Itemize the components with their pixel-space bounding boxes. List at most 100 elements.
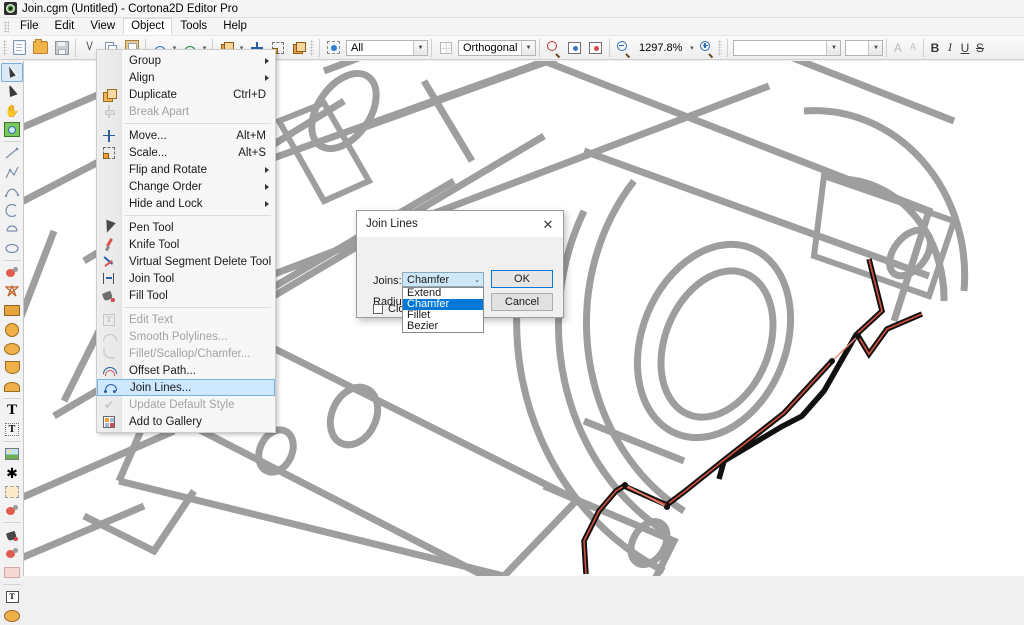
decrease-font-size-button[interactable]: A <box>905 39 920 57</box>
rectangle-tool[interactable] <box>1 301 23 320</box>
menu-item-hide-and-lock[interactable]: Hide and Lock <box>97 195 275 212</box>
menu-item-fill-tool[interactable]: Fill Tool <box>97 287 275 304</box>
toolbar-separator-10 <box>923 39 924 57</box>
snap-mode-button[interactable] <box>436 38 455 57</box>
circular-arc-tool[interactable] <box>1 220 23 239</box>
menu-item-offset-path[interactable]: Offset Path... <box>97 362 275 379</box>
menu-tools[interactable]: Tools <box>172 18 215 35</box>
menu-item-virtual-segment-delete-tool[interactable]: Virtual Segment Delete Tool <box>97 253 275 270</box>
duplicate-button[interactable] <box>289 38 308 57</box>
menu-item-group[interactable]: Group <box>97 52 275 69</box>
ok-button[interactable]: OK <box>491 270 553 288</box>
select-tool[interactable] <box>1 63 23 82</box>
image-tool[interactable] <box>1 444 23 463</box>
open-file-button[interactable] <box>31 38 50 57</box>
save-file-button[interactable] <box>52 38 71 57</box>
italic-button[interactable]: I <box>942 39 957 57</box>
arc-shape-tool[interactable] <box>1 377 23 396</box>
toolbar-grip-3[interactable] <box>718 40 722 56</box>
zoom-level-value[interactable]: 1297.8% <box>634 42 687 54</box>
title-bar: Join.cgm (Untitled) - Cortona2D Editor P… <box>0 0 1024 18</box>
strikethrough-button[interactable]: S <box>972 39 987 57</box>
palette-separator-6 <box>3 584 21 585</box>
underline-button[interactable]: U <box>957 39 972 57</box>
close-path-checkbox[interactable] <box>373 304 383 314</box>
menu-view[interactable]: View <box>82 18 123 35</box>
menu-item-flip-and-rotate[interactable]: Flip and Rotate <box>97 161 275 178</box>
star-polygon-tool[interactable] <box>1 282 23 301</box>
zoom-cancel-button[interactable] <box>544 38 563 57</box>
direct-select-tool[interactable] <box>1 82 23 101</box>
selection-filter-button[interactable] <box>324 38 343 57</box>
font-size-combo[interactable]: ▼ <box>845 40 883 56</box>
zoom-out-icon <box>617 41 631 55</box>
join-lines-icon <box>98 379 122 396</box>
text-T-icon: T <box>7 403 17 418</box>
menu-shortcut: Alt+M <box>236 130 275 142</box>
menu-edit[interactable]: Edit <box>47 18 83 35</box>
menu-file[interactable]: File <box>12 18 47 35</box>
label-tool[interactable]: T <box>1 587 23 606</box>
fill-color-tool[interactable] <box>1 501 23 520</box>
toolbar-grip-1[interactable] <box>3 40 7 56</box>
text-tool[interactable]: T <box>1 401 23 420</box>
menu-item-align[interactable]: Align <box>97 69 275 86</box>
menu-item-join-tool[interactable]: Join Tool <box>97 270 275 287</box>
toolbar-grip-2[interactable] <box>310 40 314 56</box>
zoom-fit-page-button[interactable] <box>565 38 584 57</box>
toolbar-separator-1 <box>75 39 76 57</box>
menu-item-change-order[interactable]: Change Order <box>97 178 275 195</box>
menu-help[interactable]: Help <box>215 18 255 35</box>
dialog-title-bar[interactable]: Join Lines ✕ <box>357 211 563 237</box>
cancel-button[interactable]: Cancel <box>491 293 553 311</box>
increase-font-size-button[interactable]: A <box>890 39 905 57</box>
selection-filter-combo[interactable]: All ▼ <box>346 40 428 56</box>
joins-dropdown-list[interactable]: Extend Chamfer Fillet Bezier <box>402 287 484 333</box>
font-family-combo[interactable]: ▼ <box>733 40 841 56</box>
snap-mode-value: Orthogonal <box>463 42 517 54</box>
symbol-tool[interactable]: ✱ <box>1 463 23 482</box>
menu-bar: File Edit View Object Tools Help <box>0 18 1024 36</box>
closed-curve-tool[interactable] <box>1 239 23 258</box>
menu-item-add-to-gallery[interactable]: Add to Gallery <box>97 413 275 430</box>
zoom-out-button[interactable] <box>614 38 633 57</box>
polyline-tool[interactable] <box>1 163 23 182</box>
toolbar-separator-4 <box>319 39 320 57</box>
pan-tool[interactable]: ✋ <box>1 101 23 120</box>
close-x-icon[interactable]: ✕ <box>537 214 559 234</box>
pie-tool[interactable] <box>1 358 23 377</box>
frame-tool[interactable] <box>1 482 23 501</box>
stamp-tool[interactable] <box>1 544 23 563</box>
circle-tool[interactable] <box>1 320 23 339</box>
menu-object[interactable]: Object <box>123 18 172 35</box>
joins-option-bezier[interactable]: Bezier <box>403 321 483 332</box>
joins-combobox[interactable]: Chamfer ⌄ <box>402 272 484 287</box>
menu-item-scale[interactable]: Scale... Alt+S <box>97 144 275 161</box>
menu-item-duplicate[interactable]: Duplicate Ctrl+D <box>97 86 275 103</box>
menu-item-knife-tool[interactable]: Knife Tool <box>97 236 275 253</box>
menu-label: Flip and Rotate <box>121 164 275 176</box>
menu-item-join-lines[interactable]: Join Lines... <box>97 379 275 396</box>
zoom-tool[interactable] <box>1 120 23 139</box>
shape-tool[interactable] <box>1 606 23 625</box>
bezier-tool[interactable] <box>1 182 23 201</box>
menu-drag-grip[interactable] <box>4 21 9 33</box>
magic-select-tool[interactable] <box>1 263 23 282</box>
text-box-tool[interactable]: T <box>1 420 23 439</box>
zoom-in-button[interactable] <box>697 38 716 57</box>
zoom-level-caret[interactable]: ▾ <box>687 38 696 57</box>
snap-mode-combo[interactable]: Orthogonal ▼ <box>458 40 536 56</box>
menu-item-move[interactable]: Move... Alt+M <box>97 127 275 144</box>
new-document-button[interactable] <box>10 38 29 57</box>
ellipse-tool[interactable] <box>1 339 23 358</box>
arc-tool[interactable] <box>1 201 23 220</box>
magic-select-icon <box>6 267 19 279</box>
paint-bucket-tool[interactable] <box>1 525 23 544</box>
zoom-fit-selection-button[interactable] <box>586 38 605 57</box>
swatch-tool[interactable] <box>1 563 23 582</box>
line-tool[interactable] <box>1 144 23 163</box>
menu-item-pen-tool[interactable]: Pen Tool <box>97 219 275 236</box>
bold-button[interactable]: B <box>927 39 942 57</box>
ellipse-icon <box>4 343 20 355</box>
window-title: Join.cgm (Untitled) - Cortona2D Editor P… <box>22 3 238 15</box>
